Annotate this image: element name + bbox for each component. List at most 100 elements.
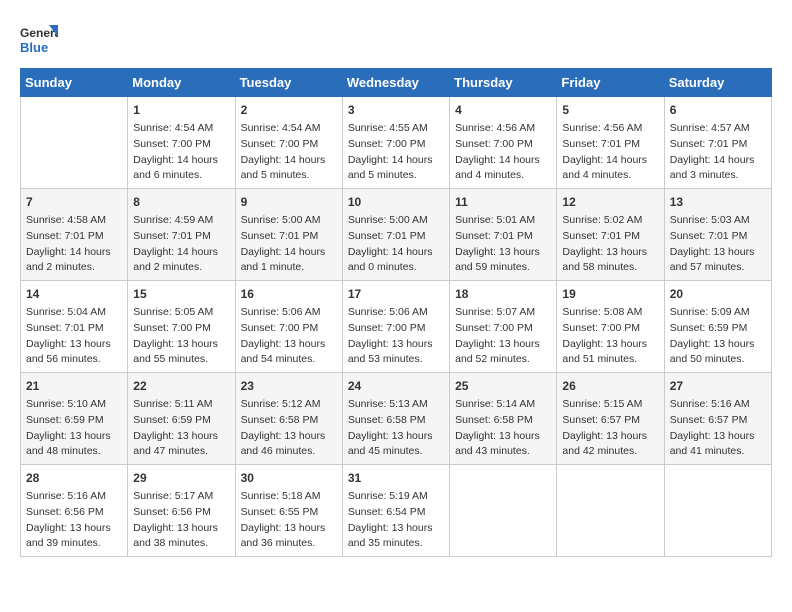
day-info: Sunrise: 5:17 AMSunset: 6:56 PMDaylight:… [133, 489, 229, 552]
calendar-cell: 15 Sunrise: 5:05 AMSunset: 7:00 PMDayligh… [128, 281, 235, 373]
day-info: Sunrise: 4:56 AMSunset: 7:00 PMDaylight:… [455, 121, 551, 184]
calendar-cell: 7Sunrise: 4:58 AMSunset: 7:01 PMDaylight… [21, 189, 128, 281]
calendar-cell: 14 Sunrise: 5:04 AMSunset: 7:01 PMDayligh… [21, 281, 128, 373]
day-info: Sunrise: 5:05 AMSunset: 7:00 PMDaylight:… [133, 305, 229, 368]
calendar-cell: 12 Sunrise: 5:02 AMSunset: 7:01 PMDayligh… [557, 189, 664, 281]
calendar-cell [450, 465, 557, 557]
day-number: 6 [670, 101, 766, 119]
day-info: Sunrise: 5:01 AMSunset: 7:01 PMDaylight:… [455, 213, 551, 276]
day-number: 21 [26, 377, 122, 395]
calendar-week-row: 14 Sunrise: 5:04 AMSunset: 7:01 PMDayligh… [21, 281, 772, 373]
calendar-cell: 2 Sunrise: 4:54 AMSunset: 7:00 PMDaylight… [235, 97, 342, 189]
day-info: Sunrise: 4:59 AMSunset: 7:01 PMDaylight:… [133, 213, 229, 276]
day-number: 5 [562, 101, 658, 119]
day-number: 2 [241, 101, 337, 119]
day-number: 9 [241, 193, 337, 211]
calendar-cell: 20 Sunrise: 5:09 AMSunset: 6:59 PMDayligh… [664, 281, 771, 373]
day-number: 27 [670, 377, 766, 395]
calendar-body: 1 Sunrise: 4:54 AMSunset: 7:00 PMDaylight… [21, 97, 772, 557]
day-info: Sunrise: 4:54 AMSunset: 7:00 PMDaylight:… [241, 121, 337, 184]
calendar-week-row: 1 Sunrise: 4:54 AMSunset: 7:00 PMDaylight… [21, 97, 772, 189]
day-number: 11 [455, 193, 551, 211]
day-number: 4 [455, 101, 551, 119]
day-info: Sunrise: 5:16 AMSunset: 6:57 PMDaylight:… [670, 397, 766, 460]
day-info: Sunrise: 4:55 AMSunset: 7:00 PMDaylight:… [348, 121, 444, 184]
calendar-cell: 31 Sunrise: 5:19 AMSunset: 6:54 PMDayligh… [342, 465, 449, 557]
day-number: 14 [26, 285, 122, 303]
day-info: Sunrise: 5:15 AMSunset: 6:57 PMDaylight:… [562, 397, 658, 460]
calendar-cell: 30Sunrise: 5:18 AMSunset: 6:55 PMDayligh… [235, 465, 342, 557]
calendar-cell: 29 Sunrise: 5:17 AMSunset: 6:56 PMDayligh… [128, 465, 235, 557]
day-number: 19 [562, 285, 658, 303]
day-header: Monday [128, 69, 235, 97]
calendar-cell: 10 Sunrise: 5:00 AMSunset: 7:01 PMDayligh… [342, 189, 449, 281]
day-info: Sunrise: 5:06 AMSunset: 7:00 PMDaylight:… [241, 305, 337, 368]
calendar-cell: 28 Sunrise: 5:16 AMSunset: 6:56 PMDayligh… [21, 465, 128, 557]
day-info: Sunrise: 5:00 AMSunset: 7:01 PMDaylight:… [348, 213, 444, 276]
day-number: 24 [348, 377, 444, 395]
day-info: Sunrise: 5:03 AMSunset: 7:01 PMDaylight:… [670, 213, 766, 276]
day-info: Sunrise: 5:18 AMSunset: 6:55 PMDaylight:… [241, 489, 337, 552]
day-header: Friday [557, 69, 664, 97]
calendar-cell [664, 465, 771, 557]
day-header: Saturday [664, 69, 771, 97]
calendar-cell: 3 Sunrise: 4:55 AMSunset: 7:00 PMDaylight… [342, 97, 449, 189]
day-header: Wednesday [342, 69, 449, 97]
day-number: 7 [26, 193, 122, 211]
calendar-cell: 4 Sunrise: 4:56 AMSunset: 7:00 PMDaylight… [450, 97, 557, 189]
day-info: Sunrise: 5:09 AMSunset: 6:59 PMDaylight:… [670, 305, 766, 368]
day-number: 10 [348, 193, 444, 211]
day-header: Thursday [450, 69, 557, 97]
calendar-cell [21, 97, 128, 189]
calendar-cell: 8 Sunrise: 4:59 AMSunset: 7:01 PMDaylight… [128, 189, 235, 281]
day-info: Sunrise: 4:54 AMSunset: 7:00 PMDaylight:… [133, 121, 229, 184]
calendar-cell: 9Sunrise: 5:00 AMSunset: 7:01 PMDaylight… [235, 189, 342, 281]
day-info: Sunrise: 5:06 AMSunset: 7:00 PMDaylight:… [348, 305, 444, 368]
calendar-cell: 6Sunrise: 4:57 AMSunset: 7:01 PMDaylight… [664, 97, 771, 189]
day-number: 25 [455, 377, 551, 395]
calendar-cell: 19 Sunrise: 5:08 AMSunset: 7:00 PMDayligh… [557, 281, 664, 373]
day-info: Sunrise: 5:02 AMSunset: 7:01 PMDaylight:… [562, 213, 658, 276]
calendar-table: SundayMondayTuesdayWednesdayThursdayFrid… [20, 68, 772, 557]
day-info: Sunrise: 5:12 AMSunset: 6:58 PMDaylight:… [241, 397, 337, 460]
day-info: Sunrise: 5:04 AMSunset: 7:01 PMDaylight:… [26, 305, 122, 368]
day-info: Sunrise: 5:10 AMSunset: 6:59 PMDaylight:… [26, 397, 122, 460]
day-header: Sunday [21, 69, 128, 97]
calendar-cell: 23 Sunrise: 5:12 AMSunset: 6:58 PMDayligh… [235, 373, 342, 465]
day-number: 16 [241, 285, 337, 303]
day-number: 28 [26, 469, 122, 487]
day-number: 29 [133, 469, 229, 487]
day-info: Sunrise: 5:11 AMSunset: 6:59 PMDaylight:… [133, 397, 229, 460]
day-number: 18 [455, 285, 551, 303]
calendar-cell: 22Sunrise: 5:11 AMSunset: 6:59 PMDayligh… [128, 373, 235, 465]
calendar-cell: 24Sunrise: 5:13 AMSunset: 6:58 PMDayligh… [342, 373, 449, 465]
day-number: 3 [348, 101, 444, 119]
day-info: Sunrise: 5:14 AMSunset: 6:58 PMDaylight:… [455, 397, 551, 460]
day-number: 20 [670, 285, 766, 303]
calendar-week-row: 7Sunrise: 4:58 AMSunset: 7:01 PMDaylight… [21, 189, 772, 281]
day-info: Sunrise: 4:56 AMSunset: 7:01 PMDaylight:… [562, 121, 658, 184]
day-info: Sunrise: 5:08 AMSunset: 7:00 PMDaylight:… [562, 305, 658, 368]
day-info: Sunrise: 5:16 AMSunset: 6:56 PMDaylight:… [26, 489, 122, 552]
day-info: Sunrise: 5:07 AMSunset: 7:00 PMDaylight:… [455, 305, 551, 368]
day-info: Sunrise: 5:19 AMSunset: 6:54 PMDaylight:… [348, 489, 444, 552]
calendar-cell: 1 Sunrise: 4:54 AMSunset: 7:00 PMDaylight… [128, 97, 235, 189]
calendar-week-row: 28 Sunrise: 5:16 AMSunset: 6:56 PMDayligh… [21, 465, 772, 557]
day-number: 23 [241, 377, 337, 395]
day-number: 1 [133, 101, 229, 119]
day-number: 26 [562, 377, 658, 395]
logo-svg: General Blue [20, 20, 58, 58]
day-header: Tuesday [235, 69, 342, 97]
calendar-cell: 13 Sunrise: 5:03 AMSunset: 7:01 PMDayligh… [664, 189, 771, 281]
day-number: 8 [133, 193, 229, 211]
calendar-cell: 21 Sunrise: 5:10 AMSunset: 6:59 PMDayligh… [21, 373, 128, 465]
day-number: 13 [670, 193, 766, 211]
calendar-cell: 11 Sunrise: 5:01 AMSunset: 7:01 PMDayligh… [450, 189, 557, 281]
day-number: 12 [562, 193, 658, 211]
calendar-cell: 27 Sunrise: 5:16 AMSunset: 6:57 PMDayligh… [664, 373, 771, 465]
day-number: 17 [348, 285, 444, 303]
day-number: 31 [348, 469, 444, 487]
calendar-cell: 16 Sunrise: 5:06 AMSunset: 7:00 PMDayligh… [235, 281, 342, 373]
page-header: General Blue [20, 20, 772, 58]
day-number: 15 [133, 285, 229, 303]
